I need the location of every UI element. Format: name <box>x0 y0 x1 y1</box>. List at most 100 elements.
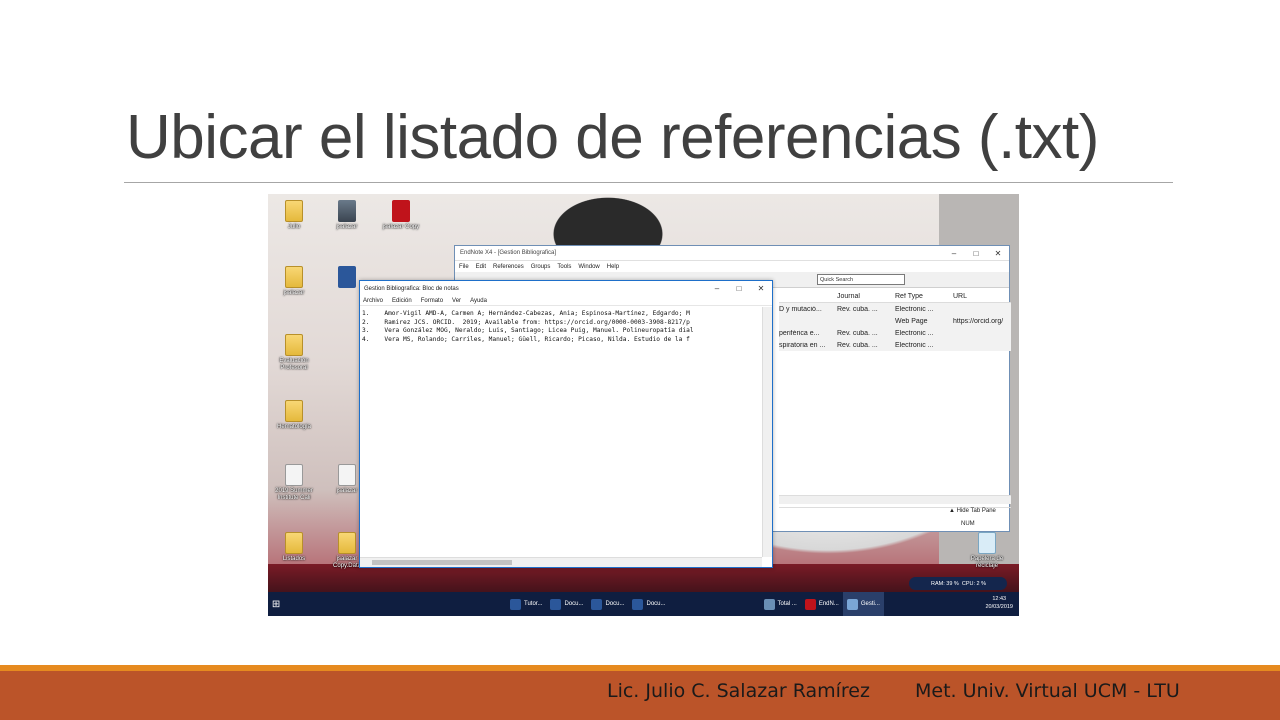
desktop-icon-label: jsalazar <box>283 290 305 296</box>
desktop-icon[interactable]: Evaluación Profesoral <box>272 334 316 372</box>
taskbar-item[interactable]: Docu... <box>628 592 669 616</box>
menu-formato[interactable]: Formato <box>421 298 443 304</box>
folder-icon <box>285 200 303 222</box>
notepad-menubar: Archivo Edición Formato Ver Ayuda <box>360 296 772 306</box>
footer-course: Met. Univ. Virtual UCM - LTU <box>915 680 1180 702</box>
menu-ayuda[interactable]: Ayuda <box>470 298 487 304</box>
desktop-icon[interactable]: Listados <box>272 532 316 563</box>
maximize-icon[interactable]: □ <box>965 249 987 258</box>
endnote-library-icon <box>392 200 410 222</box>
taskbar-item-label: Docu... <box>646 601 666 607</box>
hide-tab-pane-button[interactable]: ▲ Hide Tab Pane <box>949 508 996 514</box>
vertical-scrollbar[interactable] <box>762 307 772 557</box>
menu-groups[interactable]: Groups <box>531 264 551 270</box>
menu-references[interactable]: References <box>493 264 524 270</box>
desktop-icon-label: Evaluación Profesoral <box>279 358 309 371</box>
endnote-titlebar[interactable]: EndNote X4 - [Gestion Bibliografica] – □… <box>455 246 1009 261</box>
folder-icon <box>285 334 303 356</box>
desktop-icon[interactable]: jsalazar Copy <box>379 200 423 231</box>
desktop-icon[interactable]: Hematología <box>272 400 316 431</box>
desktop-icon-label: Listados <box>282 556 306 562</box>
taskbar-item-label: Docu... <box>605 601 625 607</box>
menu-file[interactable]: File <box>459 264 469 270</box>
menu-window[interactable]: Window <box>578 264 599 270</box>
notepad-titlebar[interactable]: Gestion Bibliografica: Bloc de notas – □… <box>360 281 772 296</box>
taskbar-pinned-apps[interactable] <box>284 592 506 616</box>
word-document-icon <box>338 266 356 288</box>
taskbar-item[interactable]: Tutor... <box>506 592 546 616</box>
taskbar-item[interactable]: Docu... <box>546 592 587 616</box>
notepad-window[interactable]: Gestion Bibliografica: Bloc de notas – □… <box>359 280 773 568</box>
menu-edicion[interactable]: Edición <box>392 298 412 304</box>
desktop-icon-label: Papelera de reciclaje <box>970 556 1004 569</box>
notepad-text-area[interactable]: 1. Amor-Vigil AMD-A, Carmen A; Hernández… <box>360 307 762 557</box>
menu-edit[interactable]: Edit <box>476 264 486 270</box>
table-cell: D y mutació... <box>779 305 822 313</box>
ram-usage: RAM: 39 % <box>931 580 959 587</box>
table-cell: Rev. cuba. ... <box>837 341 878 349</box>
table-cell: Web Page <box>895 317 928 325</box>
scrollbar-thumb[interactable] <box>372 560 512 565</box>
folder-icon <box>285 266 303 288</box>
maximize-icon[interactable]: □ <box>728 284 750 293</box>
desktop-icon[interactable]: jsalazar <box>272 266 316 297</box>
taskbar-item-label: EndN... <box>818 601 839 607</box>
title-divider <box>124 182 1173 183</box>
table-row[interactable]: periférica e... Rev. cuba. ... Electroni… <box>779 327 1011 339</box>
menu-ver[interactable]: Ver <box>452 298 461 304</box>
table-cell: Electronic ... <box>895 329 934 337</box>
document-icon <box>338 464 356 486</box>
word-icon <box>591 598 603 610</box>
desktop-icon[interactable]: 2019 Summer Institute Cali <box>272 464 316 502</box>
footer-author: Lic. Julio C. Salazar Ramírez <box>607 680 870 702</box>
quick-search-select[interactable]: Quick Search <box>817 274 905 285</box>
column-header-journal[interactable]: Journal <box>833 293 891 300</box>
menu-help[interactable]: Help <box>607 264 619 270</box>
taskbar-item[interactable]: EndN... <box>801 592 843 616</box>
taskbar-item[interactable]: Docu... <box>587 592 628 616</box>
folder-icon <box>285 532 303 554</box>
taskbar-office-apps[interactable] <box>670 592 760 616</box>
close-icon[interactable]: ✕ <box>750 284 772 293</box>
hide-tab-pane-label: Hide Tab Pane <box>956 508 996 514</box>
menu-archivo[interactable]: Archivo <box>363 298 383 304</box>
close-icon[interactable]: ✕ <box>987 249 1009 258</box>
desktop-icon-label: jsalazar Copy <box>382 224 420 230</box>
taskbar: ⊞ Tutor... Docu... Docu... Docu... Total… <box>268 592 1019 616</box>
table-row[interactable]: Web Page https://orcid.org/ <box>779 315 1011 327</box>
desktop-icon[interactable]: Julio <box>272 200 316 231</box>
desktop-icon-label: jsalazar <box>336 224 358 230</box>
status-num: NUM <box>961 521 975 527</box>
table-cell: Rev. cuba. ... <box>837 305 878 313</box>
folder-icon <box>338 532 356 554</box>
table-row[interactable]: D y mutació... Rev. cuba. ... Electronic… <box>779 303 1011 315</box>
desktop-icon-label: 2019 Summer Institute Cali <box>275 488 313 501</box>
system-clock[interactable]: 12:43 20/03/2019 <box>985 595 1013 611</box>
desktop-icon[interactable]: jsalazar <box>325 200 369 231</box>
desktop-icon[interactable]: Papelera de reciclaje <box>965 532 1009 570</box>
desktop-icon-label: Hematología <box>276 424 312 430</box>
word-icon <box>632 598 644 610</box>
reference-list-header: Journal Ref Type URL <box>779 290 1011 303</box>
table-row[interactable]: spiratoria en ... Rev. cuba. ... Electro… <box>779 339 1011 351</box>
user-photo-icon <box>338 200 356 222</box>
column-header-url[interactable]: URL <box>949 293 1011 300</box>
minimize-icon[interactable]: – <box>706 284 728 293</box>
endnote-icon <box>804 598 816 610</box>
word-icon <box>550 598 562 610</box>
clock-time: 12:43 <box>992 596 1007 602</box>
horizontal-scrollbar[interactable] <box>779 495 1011 504</box>
windows-start-icon[interactable]: ⊞ <box>268 592 284 616</box>
endnote-menubar: File Edit References Groups Tools Window… <box>455 261 1009 272</box>
taskbar-item-active[interactable]: Gesti... <box>842 592 884 616</box>
horizontal-scrollbar[interactable] <box>360 557 762 567</box>
desktop-screenshot: Julio jsalazar jsalazar Copy jsalazar Ev… <box>268 194 1019 616</box>
notepad-icon <box>846 598 858 610</box>
taskbar-item[interactable]: Total ... <box>760 592 801 616</box>
menu-tools[interactable]: Tools <box>557 264 571 270</box>
wallpaper-shadow <box>268 564 1019 594</box>
minimize-icon[interactable]: – <box>943 249 965 258</box>
column-header-ref-type[interactable]: Ref Type <box>891 293 949 300</box>
table-cell: periférica e... <box>779 329 820 337</box>
taskbar-item-label: Total ... <box>777 601 797 607</box>
